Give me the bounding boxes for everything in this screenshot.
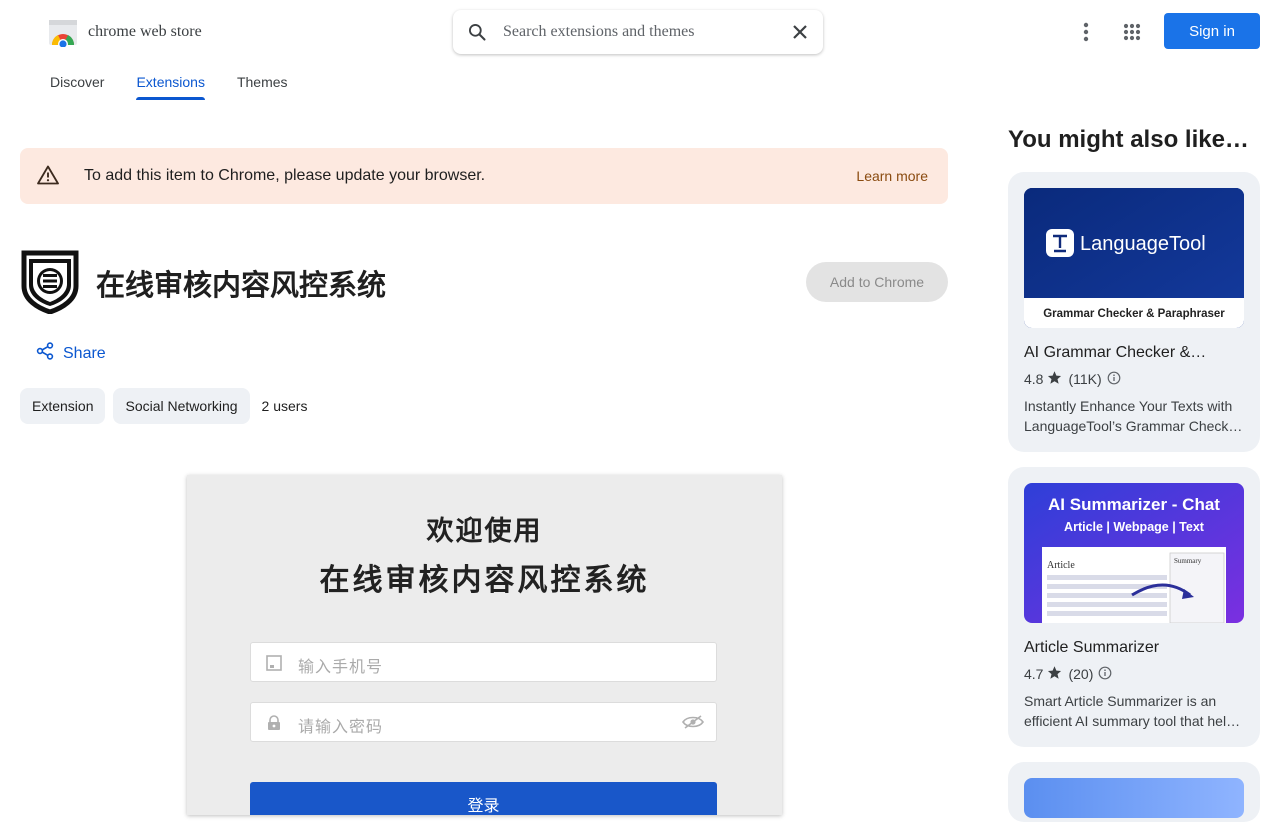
recommendation-card-partial[interactable] [1008,762,1260,822]
card-description-line: Smart Article Summarizer is an [1024,693,1217,709]
card-description-line: efficient AI summary tool that hel… [1024,713,1241,729]
languagetool-subtitle: Grammar Checker & Paraphraser [1043,308,1225,320]
chip-social-networking[interactable]: Social Networking [113,388,250,424]
share-icon [36,342,54,365]
screenshot-login-button: 登录 [250,782,717,815]
top-bar: chrome web store Sign in [0,0,1280,64]
screenshot-password-field: 请输入密码 [250,702,717,742]
card-description: Instantly Enhance Your Texts with Langua… [1024,396,1246,436]
banner-message: To add this item to Chrome, please updat… [84,167,486,184]
card-name[interactable]: AI Grammar Checker &… [1024,344,1244,362]
card-thumbnail: LanguageTool Grammar Checker & Paraphras… [1024,188,1244,328]
screenshot-system-name: 在线审核内容风控系统 [319,563,650,598]
tab-themes[interactable]: Themes [237,74,288,98]
card-thumbnail: AI Summarizer - Chat Article | Webpage |… [1024,483,1244,623]
summarizer-subtitle: Article | Webpage | Text [1064,520,1205,534]
star-icon [1047,370,1062,388]
update-browser-banner: To add this item to Chrome, please updat… [20,148,948,204]
article-doc-label: Article [1047,560,1075,571]
search-icon[interactable] [467,22,487,47]
add-to-chrome-button[interactable]: Add to Chrome [806,262,948,302]
screenshot-phone-field: 输入手机号 [250,642,717,682]
phone-icon [265,654,283,677]
languagetool-logo-text: LanguageTool [1080,233,1206,255]
user-count: 2 users [261,398,308,414]
star-icon [1047,665,1062,683]
web-store-icon [48,17,80,49]
card-rating: 4.7 (20) [1024,665,1112,683]
sign-in-button[interactable]: Sign in [1164,13,1260,49]
extension-meta: Extension Social Networking 2 users [20,388,307,424]
hide-password-icon [682,715,704,734]
extension-screenshot[interactable]: 欢迎使用 在线审核内容风控系统 输入手机号 请输入密码 登录 [187,475,782,815]
rating-count: (20) [1068,666,1094,682]
apps-grid-icon[interactable] [1116,16,1148,48]
rating-count: (11K) [1068,371,1102,387]
card-description: Smart Article Summarizer is an efficient… [1024,691,1246,731]
share-button[interactable]: Share [36,342,106,365]
recommendation-card-article-summarizer[interactable]: AI Summarizer - Chat Article | Webpage |… [1008,467,1260,747]
card-thumbnail [1024,778,1244,818]
password-placeholder: 请输入密码 [298,717,384,736]
rating-value: 4.7 [1024,666,1044,682]
rating-value: 4.8 [1024,371,1044,387]
card-description-line: Instantly Enhance Your Texts with [1024,398,1233,414]
you-might-also-like-heading: You might also like… [1008,126,1249,153]
screenshot-welcome-text: 欢迎使用 [426,516,543,547]
learn-more-link[interactable]: Learn more [856,168,928,184]
summarizer-title: AI Summarizer - Chat [1048,495,1220,514]
lock-icon [265,714,283,737]
search-input[interactable] [503,21,773,43]
category-tabs: Discover Extensions Themes [50,74,320,100]
chip-extension[interactable]: Extension [20,388,106,424]
info-icon[interactable] [1107,371,1121,388]
logo-text: chrome web store [88,23,202,40]
summary-panel-label: Summary [1174,557,1202,565]
recommendation-card-languagetool[interactable]: LanguageTool Grammar Checker & Paraphras… [1008,172,1260,452]
search-box[interactable] [453,10,823,54]
card-rating: 4.8 (11K) [1024,370,1121,388]
tab-extensions[interactable]: Extensions [136,74,206,100]
share-label: Share [63,344,106,362]
clear-search-icon[interactable] [791,23,809,46]
warning-icon [37,165,59,190]
info-icon[interactable] [1098,666,1112,683]
extension-shield-icon [20,250,80,315]
tab-discover[interactable]: Discover [50,74,104,98]
more-options-icon[interactable] [1070,16,1102,48]
card-description-line: LanguageTool’s Grammar Check… [1024,418,1243,434]
card-name[interactable]: Article Summarizer [1024,639,1244,657]
extension-title: 在线审核内容风控系统 [96,268,387,302]
phone-placeholder: 输入手机号 [298,657,384,676]
chrome-web-store-logo[interactable]: chrome web store [48,17,202,49]
